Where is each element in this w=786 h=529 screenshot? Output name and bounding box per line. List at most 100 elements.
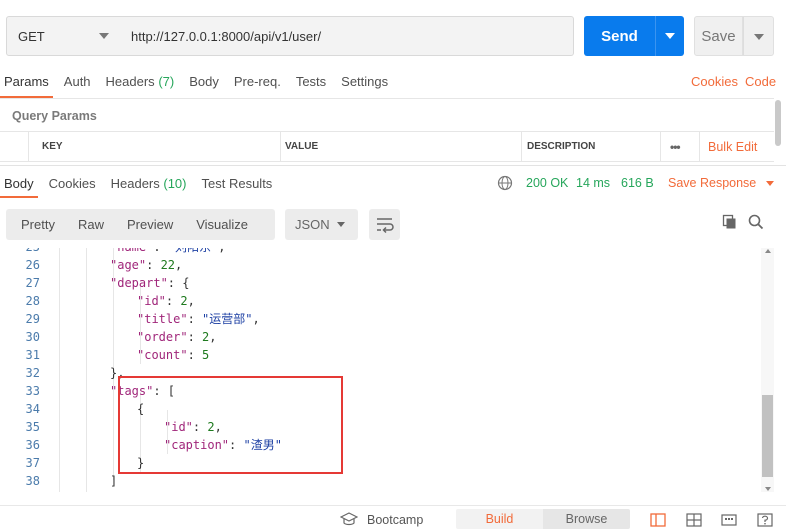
view-raw[interactable]: Raw [78, 217, 104, 232]
column-value: VALUE [285, 141, 319, 152]
view-mode-selector: Pretty Raw Preview Visualize [6, 209, 275, 240]
send-options-button[interactable] [655, 16, 684, 56]
url-value: http://127.0.0.1:8000/api/v1/user/ [131, 28, 322, 44]
line-number: 31 [25, 348, 40, 362]
keyboard-icon[interactable] [721, 513, 737, 527]
code-text: "age": 22, [110, 256, 182, 274]
save-label: Save [701, 27, 736, 45]
highlight-box [118, 376, 343, 474]
line-number: 32 [25, 366, 40, 380]
line-number: 37 [25, 456, 40, 470]
code-token: ] [110, 474, 118, 488]
tab-auth[interactable]: Auth [64, 74, 91, 98]
tab-settings[interactable]: Settings [341, 74, 388, 98]
tab-body[interactable]: Body [189, 74, 219, 98]
wrap-lines-button[interactable] [369, 209, 400, 240]
two-pane-icon[interactable] [650, 513, 666, 527]
code-token: "title" [137, 312, 188, 326]
scroll-down-icon[interactable] [765, 487, 771, 491]
save-response-button[interactable]: Save Response [668, 176, 774, 190]
tab-headers[interactable]: Headers (7) [106, 74, 175, 98]
bootcamp-link[interactable]: Bootcamp [367, 513, 423, 527]
save-options-button[interactable] [743, 16, 774, 56]
status-code[interactable]: 200 OK [526, 176, 568, 190]
response-time[interactable]: 14 ms [576, 176, 610, 190]
query-params-header: KEY VALUE DESCRIPTION ••• Bulk Edit [0, 131, 774, 162]
column-divider [521, 132, 522, 161]
code-token: , [175, 258, 183, 272]
cookies-link[interactable]: Cookies [691, 74, 738, 89]
line-number: 34 [25, 402, 40, 416]
response-size[interactable]: 616 B [621, 176, 654, 190]
search-icon[interactable] [748, 214, 764, 230]
code-text: "name": "刘阳东", [110, 248, 226, 256]
code-token: : [146, 258, 161, 272]
indent-guide [59, 248, 60, 492]
response-body-viewer[interactable]: 25"name": "刘阳东",26"age": 22,27"depart": … [0, 248, 760, 492]
globe-icon[interactable] [497, 175, 513, 191]
save-button[interactable]: Save [694, 16, 743, 56]
tab-response-body[interactable]: Body [0, 176, 38, 198]
method-value: GET [18, 28, 45, 44]
code-text: "title": "运营部", [137, 310, 260, 328]
browse-mode-button[interactable]: Browse [543, 509, 630, 529]
scroll-up-icon[interactable] [765, 249, 771, 253]
tab-response-headers-label: Headers [110, 176, 160, 191]
chevron-down-icon [765, 181, 774, 187]
line-number: 28 [25, 294, 40, 308]
url-input[interactable]: http://127.0.0.1:8000/api/v1/user/ [121, 16, 574, 56]
code-text: ] [110, 472, 117, 490]
code-token: 5 [202, 348, 210, 362]
divider [0, 98, 774, 99]
line-number: 27 [25, 276, 40, 290]
chevron-down-icon [337, 222, 345, 227]
view-visualize[interactable]: Visualize [196, 217, 248, 232]
format-select[interactable]: JSON [285, 209, 358, 240]
view-pretty[interactable]: Pretty [21, 217, 55, 232]
copy-icon[interactable] [722, 214, 738, 230]
params-scrollbar[interactable] [775, 100, 781, 146]
send-button[interactable]: Send [584, 16, 655, 56]
tab-headers-label: Headers [105, 74, 155, 89]
column-divider [660, 132, 661, 161]
code-token: "count" [137, 348, 188, 362]
help-icon[interactable] [757, 513, 773, 527]
status-bar: Bootcamp Build Browse [0, 505, 786, 529]
code-token: , [209, 330, 217, 344]
save-response-label: Save Response [668, 176, 757, 190]
response-tabs: Body Cookies Headers (10) Test Results [0, 176, 283, 198]
format-value: JSON [295, 217, 330, 232]
tab-response-cookies[interactable]: Cookies [49, 176, 96, 198]
line-number: 33 [25, 384, 40, 398]
view-preview[interactable]: Preview [127, 217, 173, 232]
bootcamp-icon [340, 512, 358, 526]
build-mode-button[interactable]: Build [456, 509, 543, 529]
code-token: : [187, 330, 203, 344]
tab-params[interactable]: Params [0, 74, 53, 98]
code-scrollbar-thumb[interactable] [762, 395, 773, 477]
tab-prereq[interactable]: Pre-req. [234, 74, 281, 98]
chevron-down-icon [754, 34, 764, 40]
request-tabs: Params Auth Headers (7) Body Pre-req. Te… [0, 74, 399, 98]
code-token: "刘阳东" [168, 248, 218, 254]
code-token: : [153, 248, 167, 254]
code-token: : { [167, 276, 190, 290]
tab-response-headers[interactable]: Headers (10) [111, 176, 187, 198]
column-description: DESCRIPTION [527, 141, 596, 152]
line-number: 38 [25, 474, 40, 488]
line-number: 36 [25, 438, 40, 452]
chevron-down-icon [665, 33, 675, 39]
code-token: "depart" [110, 276, 168, 290]
bulk-edit-link[interactable]: Bulk Edit [708, 132, 757, 161]
code-token: : [187, 312, 203, 326]
tab-tests[interactable]: Tests [296, 74, 326, 98]
code-token: , [187, 294, 195, 308]
indent-guide [86, 248, 87, 492]
code-token: "id" [137, 294, 166, 308]
more-icon[interactable]: ••• [670, 132, 681, 161]
grid-layout-icon[interactable] [686, 513, 702, 527]
code-text: "depart": { [110, 274, 189, 292]
tab-test-results[interactable]: Test Results [202, 176, 273, 198]
method-select[interactable]: GET [6, 16, 122, 56]
code-link[interactable]: Code [745, 74, 776, 89]
